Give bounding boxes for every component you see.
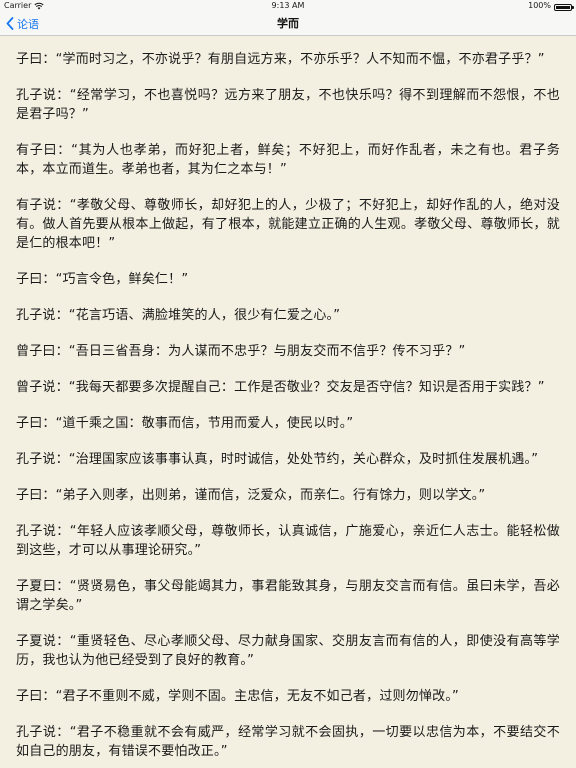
paragraph: 子曰：“学而时习之，不亦说乎？有朋自远方来，不亦乐乎？人不知而不愠，不亦君子乎？… <box>16 52 545 67</box>
navigation-bar: 论语 学而 <box>0 12 576 36</box>
paragraph: 孔子说：“年轻人应该孝顺父母，尊敬师长，认真诚信，广施爱心，亲近仁人志士。能轻松… <box>16 524 560 558</box>
paragraph: 子夏说：“重贤轻色、尽心孝顺父母、尽力献身国家、交朋友言而有信的人，即使没有高等… <box>16 634 560 668</box>
paragraph: 曾子曰：“吾日三省吾身：为人谋而不忠乎？与朋友交而不信乎？传不习乎？” <box>16 344 466 359</box>
paragraph: 子夏曰：“贤贤易色，事父母能竭其力，事君能致其身，与朋友交言而有信。虽曰未学，吾… <box>16 579 560 613</box>
paragraph: 子曰：“君子不重则不威，学则不固。主忠信，无友不如己者，过则勿惮改。” <box>16 689 459 704</box>
page-title: 学而 <box>277 17 299 30</box>
paragraph: 孔子说：“治理国家应该事事认真，时时诚信，处处节约，关心群众，及时抓住发展机遇。… <box>16 452 539 467</box>
paragraph: 子曰：“巧言令色，鲜矣仁！” <box>16 272 189 287</box>
paragraph: 子曰：“道千乘之国：敬事而信，节用而爱人，使民以时。” <box>16 416 354 431</box>
paragraph: 有子曰：“其为人也孝弟，而好犯上者，鲜矣；不好犯上，而好作乱者，未之有也。君子务… <box>16 143 560 177</box>
battery-icon <box>554 3 574 11</box>
back-button[interactable]: 论语 <box>6 12 39 35</box>
paragraph: 曾子说：“我每天都要多次提醒自己：工作是否敬业？交友是否守信？知识是否用于实践？… <box>16 380 545 395</box>
paragraph: 孔子说：“经常学习，不也喜悦吗？远方来了朋友，不也快乐吗？得不到理解而不怨恨，不… <box>16 88 560 122</box>
paragraph: 孔子说：“花言巧语、满脸堆笑的人，很少有仁爱之心。” <box>16 308 341 323</box>
back-button-label: 论语 <box>17 17 39 31</box>
status-right: 100% <box>528 0 574 12</box>
paragraph: 孔子说：“君子不稳重就不会有威严，经常学习就不会固执，一切要以忠信为本，不要结交… <box>16 725 560 759</box>
chapter-text[interactable]: 子曰：“学而时习之，不亦说乎？有朋自远方来，不亦乐乎？人不知而不愠，不亦君子乎？… <box>0 36 576 768</box>
paragraph: 有子说：“孝敬父母、尊敬师长，却好犯上的人，少极了；不好犯上，却好作乱的人，绝对… <box>16 198 560 251</box>
status-bar: Carrier 9:13 AM 100% <box>0 0 576 12</box>
status-time: 9:13 AM <box>271 1 305 10</box>
chevron-left-icon <box>6 17 14 30</box>
battery-level <box>556 5 570 9</box>
paragraph: 子曰：“弟子入则孝，出则弟，谨而信，泛爱众，而亲仁。行有馀力，则以学文。” <box>16 488 486 503</box>
battery-percent: 100% <box>528 1 551 10</box>
